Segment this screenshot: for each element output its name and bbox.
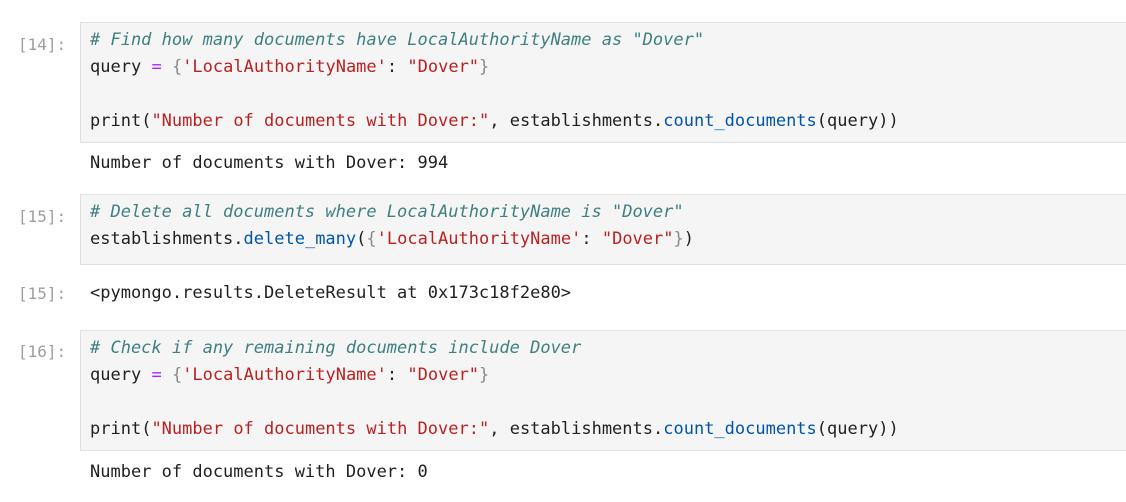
code-line: query = {'LocalAuthorityName': "Dover"} [90,362,1126,389]
code-string: "Dover" [407,365,480,385]
code-brace: { [366,229,377,249]
code-dot: . [233,229,244,249]
code-input[interactable]: # Delete all documents where LocalAuthor… [80,194,1126,265]
code-string: "Dover" [407,57,480,77]
code-cell-16[interactable]: [16]: # Check if any remaining documents… [0,309,1126,502]
code-argument: query [827,419,879,439]
code-comment: # Delete all documents where LocalAuthor… [90,202,684,222]
code-comment: # Find how many documents have LocalAuth… [90,30,705,50]
code-operator: = [151,365,162,385]
code-line: # Check if any remaining documents inclu… [90,335,1126,362]
code-cell-15[interactable]: [15]: # Delete all documents where Local… [0,190,1126,320]
code-argument: query [827,111,879,131]
code-line: query = {'LocalAuthorityName': "Dover"} [90,54,1126,81]
code-string: "Dover" [601,229,674,249]
code-object: establishments [509,111,653,131]
code-string: "Number of documents with Dover:" [151,419,490,439]
input-prompt: [16]: [18,342,67,361]
code-line: print("Number of documents with Dover:",… [90,416,1126,443]
code-comment: # Check if any remaining documents inclu… [90,338,582,358]
code-brace: { [171,365,183,385]
code-line: print("Number of documents with Dover:",… [90,108,1126,135]
code-operator: = [151,57,162,77]
code-dot: . [653,419,664,439]
code-paren: ) [683,229,694,249]
cell-output: Number of documents with Dover: 0 [90,462,428,482]
output-prompt: [15]: [18,284,67,303]
code-string: 'LocalAuthorityName' [182,57,387,77]
code-paren: )) [878,419,899,439]
code-brace: } [479,365,490,385]
code-object: establishments [509,419,653,439]
code-comma: , [489,419,500,439]
code-brace: } [479,57,490,77]
code-input[interactable]: # Check if any remaining documents inclu… [80,330,1126,451]
code-paren: ( [141,111,152,131]
code-line: # Find how many documents have LocalAuth… [90,27,1126,54]
code-input[interactable]: # Find how many documents have LocalAuth… [80,22,1126,143]
code-colon: : [581,229,592,249]
code-line: # Delete all documents where LocalAuthor… [90,199,1126,226]
code-paren: ( [141,419,152,439]
code-paren: ( [356,229,367,249]
input-prompt: [14]: [18,35,67,54]
code-variable: query [90,365,142,385]
code-method: count_documents [663,419,817,439]
code-builtin: print [90,111,142,131]
code-line: establishments.delete_many({'LocalAuthor… [90,226,1126,253]
code-brace: } [673,229,684,249]
code-string: 'LocalAuthorityName' [182,365,387,385]
code-paren: )) [878,111,899,131]
code-builtin: print [90,419,142,439]
code-colon: : [386,365,398,385]
code-string: "Number of documents with Dover:" [151,111,490,131]
cell-output: <pymongo.results.DeleteResult at 0x173c1… [90,283,572,303]
code-dot: . [653,111,664,131]
code-string: 'LocalAuthorityName' [376,229,582,249]
code-comma: , [489,111,500,131]
input-prompt: [15]: [18,207,67,226]
code-method: delete_many [243,229,357,249]
cell-output: Number of documents with Dover: 994 [90,153,449,173]
code-object: establishments [90,229,234,249]
code-paren: ( [816,419,828,439]
code-cell-14[interactable]: [14]: # Find how many documents have Loc… [0,0,1126,180]
code-paren: ( [816,111,828,131]
code-colon: : [386,57,398,77]
code-method: count_documents [663,111,817,131]
code-variable: query [90,57,142,77]
code-brace: { [171,57,183,77]
